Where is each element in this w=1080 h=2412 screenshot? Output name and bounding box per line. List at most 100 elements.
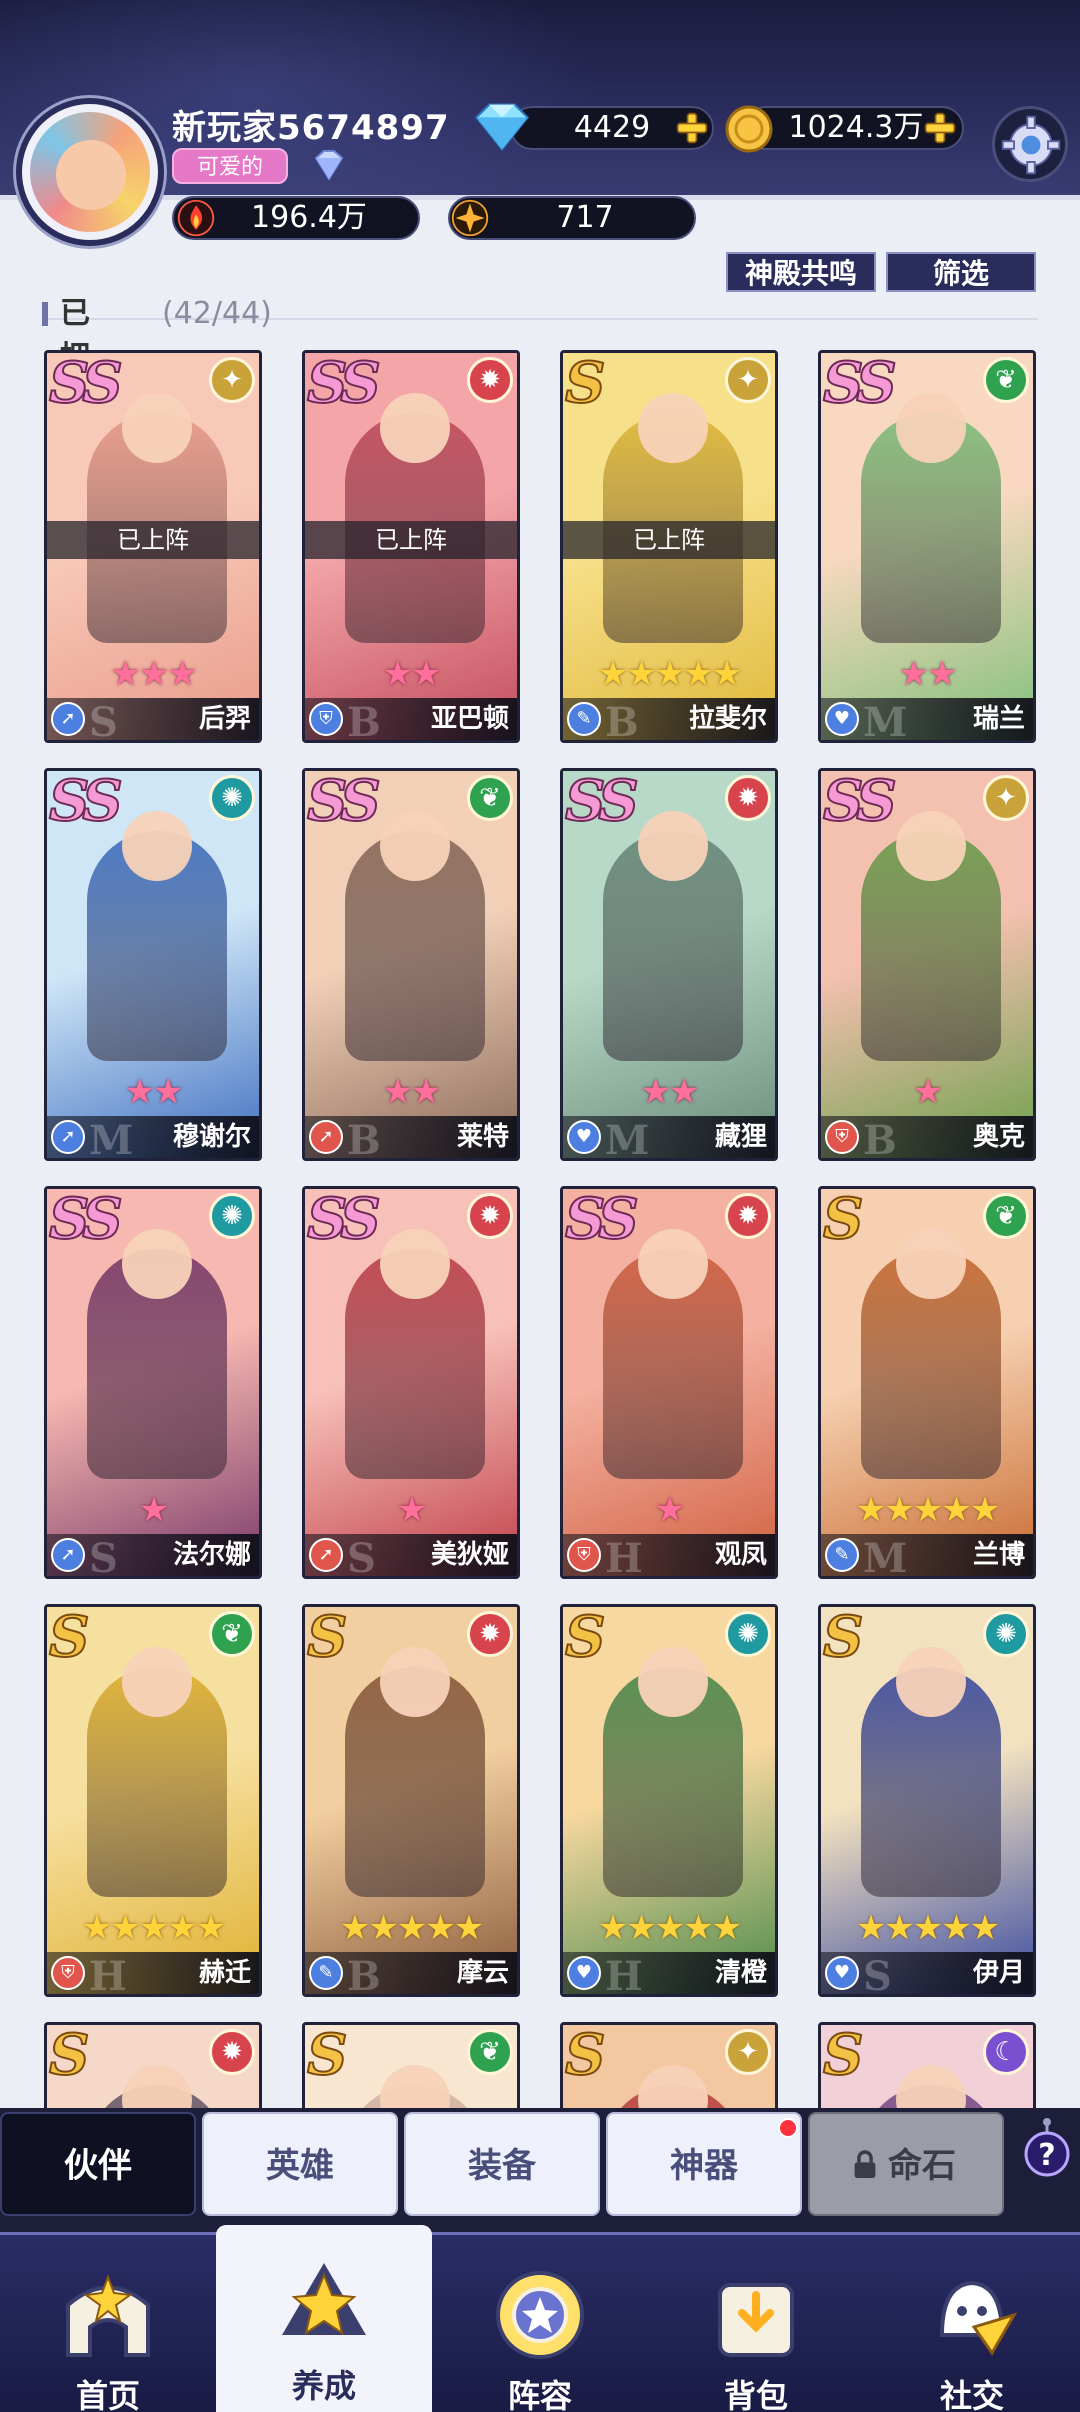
- hero-card-footer: ➚ S 法尔娜: [47, 1534, 259, 1576]
- hero-card[interactable]: SS ✹ ★ ⛨ H 观凤: [560, 1186, 778, 1579]
- warrior-class-icon: ⛨: [567, 1538, 601, 1572]
- player-name: 新玩家5674897: [172, 108, 450, 148]
- star-rating: ★★★★★: [821, 1490, 1033, 1530]
- fire-element-icon: ✹: [725, 775, 771, 821]
- hero-card-footer: ➚ B 莱特: [305, 1116, 517, 1158]
- star-icon: ★: [138, 654, 170, 694]
- rarity-badge: SS: [822, 768, 898, 834]
- hero-card[interactable]: S ❦: [302, 2022, 520, 2110]
- nav-bag-label: 背包: [723, 2377, 788, 2412]
- rarity-badge: S: [564, 2022, 607, 2088]
- star-icon: ★: [81, 1908, 113, 1948]
- add-diamond-icon[interactable]: [674, 110, 710, 146]
- hero-card[interactable]: S ✦: [560, 2022, 778, 2110]
- hero-card[interactable]: SS ✹ 已上阵 ★★ ⛨ B 亚巴顿: [302, 350, 520, 743]
- hero-head: [896, 1229, 966, 1299]
- hero-head: [122, 1647, 192, 1717]
- hero-head: [638, 1229, 708, 1299]
- hero-card-footer: ⛨ H 赫迁: [47, 1952, 259, 1994]
- rarity-badge: S: [48, 1604, 91, 1670]
- healer-class-icon: ♥: [825, 702, 859, 736]
- bottom-navigation: 首页 养成 阵容 背包 社交: [0, 2225, 1080, 2412]
- formation-icon: [496, 2271, 584, 2359]
- nav-develop[interactable]: 养成: [216, 2225, 432, 2412]
- star-icon: ★: [640, 1072, 672, 1112]
- hero-card[interactable]: S ☾: [818, 2022, 1036, 2110]
- tab-equipment[interactable]: 装备: [404, 2112, 600, 2216]
- hero-grade: H: [605, 1953, 643, 1997]
- hero-card[interactable]: SS ✹ ★ ➚ S 美狄娅: [302, 1186, 520, 1579]
- hero-head: [638, 1647, 708, 1717]
- hero-card[interactable]: SS ✦ 已上阵 ★★★ ➚ S 后羿: [44, 350, 262, 743]
- rarity-badge: S: [564, 1604, 607, 1670]
- title-gem-icon[interactable]: [312, 148, 346, 182]
- nature-element-icon: ❦: [983, 1193, 1029, 1239]
- player-title-tag[interactable]: 可爱的: [172, 148, 288, 184]
- hero-card[interactable]: S ✹ ★★★★★ ✎ B 摩云: [302, 1604, 520, 1997]
- hero-name: 观凤: [714, 1540, 767, 1570]
- hero-card[interactable]: S ✺ ★★★★★ ♥ S 伊月: [818, 1604, 1036, 1997]
- energy-star-icon: [451, 199, 489, 237]
- hero-card-footer: ➚ S 后羿: [47, 698, 259, 740]
- player-avatar[interactable]: [16, 98, 164, 246]
- tab-heroes[interactable]: 英雄: [202, 2112, 398, 2216]
- tab-fate-stone[interactable]: 命石: [808, 2112, 1004, 2216]
- hero-head: [122, 393, 192, 463]
- star-icon: ★: [382, 654, 414, 694]
- hero-name: 赫迁: [198, 1958, 251, 1988]
- rarity-badge: S: [48, 2022, 91, 2088]
- fire-element-icon: ✹: [467, 1611, 513, 1657]
- hero-grade: B: [347, 1117, 381, 1161]
- hero-grid: SS ✦ 已上阵 ★★★ ➚ S 后羿 SS ✹ 已上阵 ★★ ⛨ B 亚巴顿 S ✦ 已上阵 ★★★★★ ✎ B 拉斐…: [0, 350, 1080, 2110]
- help-label: ?: [1038, 2138, 1055, 2173]
- rarity-badge: SS: [306, 1186, 382, 1252]
- rarity-badge: SS: [48, 768, 124, 834]
- hero-name: 法尔娜: [172, 1540, 251, 1570]
- hero-grade: S: [863, 1953, 892, 1997]
- hero-name: 美狄娅: [430, 1540, 509, 1570]
- settings-button[interactable]: [992, 106, 1068, 182]
- hero-card[interactable]: SS ❦ ★★ ♥ M 瑞兰: [818, 350, 1036, 743]
- add-gold-icon[interactable]: [922, 110, 958, 146]
- hero-head: [638, 2065, 708, 2110]
- tab-artifacts[interactable]: 神器: [606, 2112, 802, 2216]
- rarity-badge: SS: [48, 1186, 124, 1252]
- hero-grade: S: [89, 699, 118, 743]
- help-icon[interactable]: ?: [1022, 2118, 1072, 2178]
- nav-formation[interactable]: 阵容: [432, 2235, 648, 2412]
- moon-element-icon: ☾: [983, 2029, 1029, 2075]
- support-class-icon: ✎: [309, 1956, 343, 1990]
- hero-card-footer: ♥ M 瑞兰: [821, 698, 1033, 740]
- star-rating: ★★: [563, 1072, 775, 1112]
- temple-resonance-button[interactable]: 神殿共鸣: [726, 252, 876, 292]
- hero-card[interactable]: S ✺ ★★★★★ ♥ H 清橙: [560, 1604, 778, 1997]
- tab-partners[interactable]: 伙伴: [0, 2112, 196, 2216]
- hero-head: [638, 811, 708, 881]
- hero-card[interactable]: S ❦ ★★★★★ ⛨ H 赫迁: [44, 1604, 262, 1997]
- hero-card[interactable]: SS ✺ ★★ ➚ M 穆谢尔: [44, 768, 262, 1161]
- hero-card[interactable]: S ✹: [44, 2022, 262, 2110]
- star-icon: ★: [411, 1072, 442, 1112]
- star-rating: ★★: [305, 654, 517, 694]
- filter-button[interactable]: 筛选: [886, 252, 1036, 292]
- hero-card[interactable]: S ❦ ★★★★★ ✎ M 兰博: [818, 1186, 1036, 1579]
- hero-card[interactable]: SS ✹ ★★ ♥ M 藏狸: [560, 768, 778, 1161]
- star-icon: ★: [368, 1908, 399, 1948]
- star-icon: ★: [912, 1908, 944, 1948]
- nav-social-label: 社交: [939, 2377, 1004, 2412]
- hero-head: [380, 393, 450, 463]
- rarity-badge: S: [822, 2022, 865, 2088]
- hero-card[interactable]: S ✦ 已上阵 ★★★★★ ✎ B 拉斐尔: [560, 350, 778, 743]
- healer-class-icon: ♥: [567, 1956, 601, 1990]
- nav-home[interactable]: 首页: [0, 2235, 216, 2412]
- rarity-badge: S: [306, 1604, 349, 1670]
- hero-card[interactable]: SS ❦ ★★ ➚ B 莱特: [302, 768, 520, 1161]
- hero-card[interactable]: SS ✦ ★ ⛨ B 奥克: [818, 768, 1036, 1161]
- wind-element-icon: ✺: [209, 1193, 255, 1239]
- star-crest-icon: [282, 2263, 366, 2336]
- star-icon: ★: [195, 1908, 227, 1948]
- hero-name: 亚巴顿: [430, 704, 509, 734]
- hero-card[interactable]: SS ✺ ★ ➚ S 法尔娜: [44, 1186, 262, 1579]
- nav-social[interactable]: 社交: [864, 2235, 1080, 2412]
- nav-bag[interactable]: 背包: [648, 2235, 864, 2412]
